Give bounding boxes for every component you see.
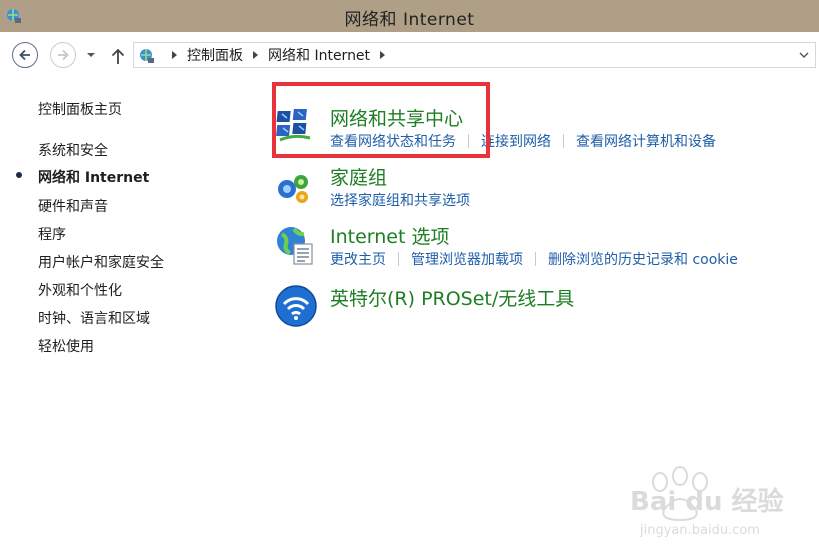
title-bar: 网络和 Internet bbox=[0, 0, 819, 32]
highlight-annotation-box bbox=[272, 82, 490, 158]
watermark-url-text: jingyan.baidu.com bbox=[639, 523, 760, 538]
homegroup-title[interactable]: 家庭组 bbox=[330, 163, 387, 190]
breadcrumb-chevron-right-icon[interactable] bbox=[253, 51, 258, 59]
sidebar-item-user-accounts[interactable]: 用户帐户和家庭安全 bbox=[38, 252, 164, 272]
sidebar-item-ease-of-access[interactable]: 轻松使用 bbox=[38, 336, 94, 356]
control-panel-window: 网络和 Internet 控制面板 网络和 Internet 控制面板主页 系统… bbox=[0, 0, 819, 549]
intel-wireless-title[interactable]: 英特尔(R) PROSet/无线工具 bbox=[330, 284, 574, 311]
watermark-brand-text: Bai du 经验 bbox=[630, 486, 784, 517]
link-divider bbox=[563, 134, 564, 148]
link-delete-browsing-history[interactable]: 删除浏览的历史记录和 cookie bbox=[548, 249, 738, 269]
forward-button[interactable] bbox=[50, 42, 76, 68]
arrow-right-icon bbox=[58, 49, 69, 61]
link-choose-homegroup-options[interactable]: 选择家庭组和共享选项 bbox=[330, 190, 470, 210]
window-title: 网络和 Internet bbox=[344, 10, 475, 30]
sidebar-item-appearance[interactable]: 外观和个性化 bbox=[38, 280, 122, 300]
internet-options-title[interactable]: Internet 选项 bbox=[330, 222, 449, 249]
homegroup-icon[interactable] bbox=[274, 167, 314, 207]
baidu-jingyan-watermark-logo: Bai du 经验 jingyan.baidu.com bbox=[630, 466, 784, 538]
sidebar-item-hardware-sound[interactable]: 硬件和声音 bbox=[38, 196, 108, 216]
breadcrumb: 控制面板 网络和 Internet bbox=[162, 46, 395, 64]
address-bar[interactable]: 控制面板 网络和 Internet bbox=[133, 42, 816, 68]
sidebar-item-system-security[interactable]: 系统和安全 bbox=[38, 140, 108, 160]
breadcrumb-chevron-right-icon[interactable] bbox=[380, 51, 386, 59]
sidebar-item-programs[interactable]: 程序 bbox=[38, 224, 66, 244]
link-change-homepage[interactable]: 更改主页 bbox=[330, 249, 386, 269]
breadcrumb-chevron-right-icon[interactable] bbox=[172, 51, 177, 59]
navigation-bar: 控制面板 网络和 Internet bbox=[0, 32, 819, 78]
sidebar-item-control-panel-home[interactable]: 控制面板主页 bbox=[38, 99, 122, 119]
back-button[interactable] bbox=[12, 42, 38, 68]
link-divider bbox=[535, 252, 536, 266]
breadcrumb-item-network-internet[interactable]: 网络和 Internet bbox=[268, 45, 370, 65]
link-divider bbox=[398, 252, 399, 266]
link-manage-addons[interactable]: 管理浏览器加载项 bbox=[411, 249, 523, 269]
sidebar-item-network-internet[interactable]: 网络和 Internet bbox=[38, 167, 149, 187]
arrow-left-icon bbox=[19, 49, 30, 61]
internet-options-links: 更改主页 管理浏览器加载项 删除浏览的历史记录和 cookie bbox=[330, 249, 738, 269]
address-history-chevron-down-icon[interactable] bbox=[799, 51, 809, 59]
breadcrumb-item-control-panel[interactable]: 控制面板 bbox=[187, 45, 243, 65]
network-globe-icon bbox=[140, 49, 154, 63]
link-connect-to-network[interactable]: 连接到网络 bbox=[481, 131, 551, 151]
internet-options-icon[interactable] bbox=[274, 224, 316, 266]
homegroup-links: 选择家庭组和共享选项 bbox=[330, 190, 470, 210]
active-item-bullet bbox=[16, 172, 22, 178]
sidebar-item-clock-language-region[interactable]: 时钟、语言和区域 bbox=[38, 308, 150, 328]
recent-locations-chevron-down-icon[interactable] bbox=[85, 50, 97, 60]
link-view-network-computers[interactable]: 查看网络计算机和设备 bbox=[576, 131, 716, 151]
up-arrow-icon[interactable] bbox=[109, 46, 127, 66]
intel-wireless-icon[interactable] bbox=[274, 284, 318, 328]
